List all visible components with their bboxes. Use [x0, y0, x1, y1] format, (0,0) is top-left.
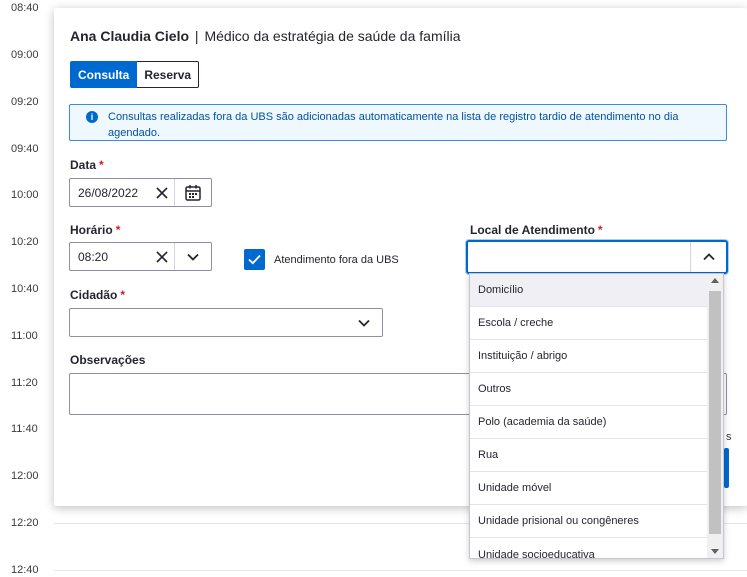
date-field[interactable]: 26/08/2022: [69, 178, 212, 207]
required-mark: *: [115, 223, 121, 237]
required-mark: *: [120, 288, 126, 302]
time-label: 12:40: [11, 564, 39, 576]
time-label: 12:00: [11, 470, 39, 482]
time-label: 11:40: [11, 423, 38, 435]
clear-time-icon[interactable]: [150, 243, 174, 270]
notes-label: Observações: [70, 353, 146, 367]
info-alert: i Consultas realizadas fora da UBS são a…: [69, 104, 727, 141]
header-separator: |: [194, 28, 199, 44]
required-mark: *: [99, 158, 104, 172]
dropdown-option[interactable]: Instituição / abrigo: [470, 340, 708, 373]
scrollbar-thumb[interactable]: [709, 291, 721, 534]
citizen-label-text: Cidadão: [70, 288, 118, 302]
citizen-select[interactable]: [69, 308, 383, 337]
clear-date-icon[interactable]: [150, 179, 174, 206]
date-label-text: Data: [70, 158, 97, 172]
tab-consulta[interactable]: Consulta: [70, 61, 138, 88]
time-label: 09:20: [11, 96, 39, 108]
dropdown-option[interactable]: Domicílio: [470, 274, 708, 307]
chevron-down-icon[interactable]: [174, 243, 211, 270]
dropdown-option[interactable]: Rua: [470, 439, 708, 472]
dropdown-option[interactable]: Unidade socioeducativa: [470, 538, 708, 559]
local-dropdown-list[interactable]: Domicílio Escola / creche Instituição / …: [469, 273, 724, 559]
local-select[interactable]: [466, 240, 728, 274]
checkbox-checked[interactable]: [244, 249, 265, 270]
save-button[interactable]: [724, 448, 729, 488]
time-label: 10:20: [11, 236, 39, 248]
time-label-text: Horário: [70, 223, 113, 237]
calendar-icon[interactable]: [174, 179, 211, 206]
info-icon: i: [86, 111, 98, 123]
outside-ubs-checkbox[interactable]: Atendimento fora da UBS: [244, 249, 399, 270]
time-select[interactable]: 08:20: [69, 242, 212, 271]
time-label: 11:00: [11, 330, 38, 342]
grid-line: [54, 570, 747, 571]
tab-reserva[interactable]: Reserva: [137, 61, 200, 88]
scroll-up-arrow-icon[interactable]: [711, 278, 719, 283]
required-mark: *: [597, 223, 603, 237]
time-value: 08:20: [78, 249, 109, 264]
time-label: 11:20: [11, 377, 38, 389]
professional-role: Médico da estratégia de saúde da família: [204, 28, 461, 44]
time-column: 08:40 09:00 09:20 09:40 10:00 10:20 10:4…: [0, 0, 54, 577]
chevron-up-icon[interactable]: [690, 242, 726, 272]
modal-header: Ana Claudia Cielo | Médico da estratégia…: [70, 28, 461, 44]
dropdown-option[interactable]: Polo (academia da saúde): [470, 406, 708, 439]
chevron-down-icon[interactable]: [345, 309, 382, 336]
local-label-text: Local de Atendimento: [470, 223, 595, 237]
dropdown-option[interactable]: Unidade prisional ou congêneres: [470, 505, 708, 538]
date-value: 26/08/2022: [78, 185, 139, 200]
time-label: 12:20: [11, 517, 39, 529]
dropdown-option[interactable]: Unidade móvel: [470, 472, 708, 505]
scrollbar[interactable]: [707, 274, 723, 558]
date-label: Data *: [70, 158, 104, 172]
dropdown-option[interactable]: Escola / creche: [470, 307, 708, 340]
time-label: 08:40: [11, 2, 39, 14]
time-label: 09:40: [11, 143, 39, 155]
local-label: Local de Atendimento *: [470, 223, 603, 237]
time-label: 10:00: [11, 189, 39, 201]
alert-text: Consultas realizadas fora da UBS são adi…: [108, 111, 679, 139]
professional-name: Ana Claudia Cielo: [70, 28, 190, 44]
truncated-text: s: [726, 431, 732, 443]
scroll-down-arrow-icon[interactable]: [711, 549, 719, 554]
checkbox-label: Atendimento fora da UBS: [274, 253, 399, 266]
time-label: 10:40: [11, 283, 39, 295]
time-label: 09:00: [11, 49, 39, 61]
appointment-type-toggle: Consulta Reserva: [70, 61, 200, 88]
dropdown-option[interactable]: Outros: [470, 373, 708, 406]
scheduling-screen: 08:40 09:00 09:20 09:40 10:00 10:20 10:4…: [0, 0, 747, 577]
citizen-label: Cidadão *: [70, 288, 125, 302]
time-label-field: Horário *: [70, 223, 120, 237]
